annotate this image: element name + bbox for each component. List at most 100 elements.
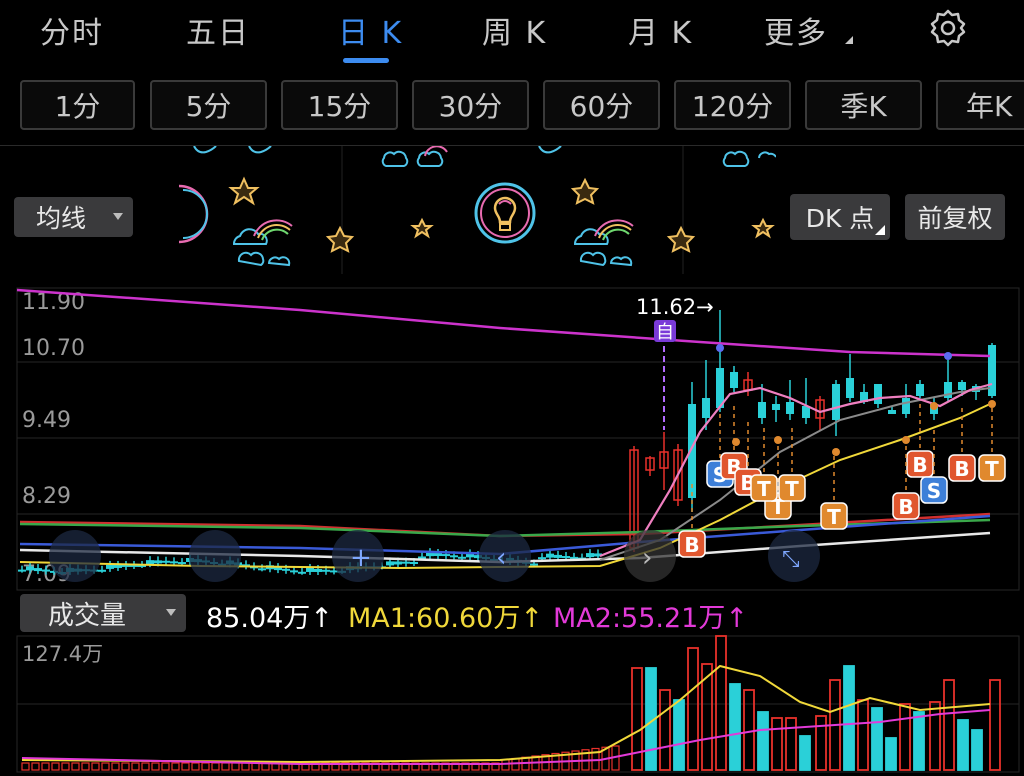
volume-bar — [771, 717, 783, 771]
period-15min[interactable]: 15分 — [281, 80, 398, 130]
candle — [832, 380, 840, 436]
volume-bar — [631, 667, 643, 771]
candle — [730, 366, 738, 392]
volume-bar — [541, 754, 550, 771]
signal-label: B — [912, 453, 927, 477]
volume-bar — [581, 749, 590, 771]
period-60min[interactable]: 60分 — [543, 80, 660, 130]
volume-bar — [471, 762, 480, 771]
period-30min[interactable]: 30分 — [412, 80, 529, 130]
signal-dot — [930, 402, 938, 410]
candle — [673, 444, 683, 506]
candle — [402, 557, 410, 567]
ma-gray-line — [599, 387, 991, 561]
svg-text:›: › — [642, 543, 652, 573]
candle — [490, 554, 498, 563]
dk-point-button[interactable]: DK 点 — [790, 194, 890, 240]
adjustment-button[interactable]: 前复权 — [905, 194, 1005, 240]
gear-icon[interactable] — [928, 8, 968, 48]
kline-period-row: 1分 5分 15分 30分 60分 120分 季K 年K — [0, 80, 1024, 136]
candle — [530, 559, 538, 568]
volume-ma1: MA1:60.60万↑ — [348, 603, 543, 634]
candlestick-series — [18, 310, 996, 575]
volume-bar — [121, 762, 130, 771]
volume-bar — [531, 755, 540, 771]
period-1min[interactable]: 1分 — [20, 80, 135, 130]
tab-five-day[interactable]: 五日 — [186, 8, 250, 52]
candle — [594, 549, 602, 560]
period-5min[interactable]: 5分 — [150, 80, 267, 130]
volume-bar — [401, 762, 410, 771]
tab-intraday[interactable]: 分时 — [40, 8, 104, 52]
moving-average-lines — [16, 288, 993, 570]
volume-bar — [221, 762, 230, 771]
volume-select-label: 成交量 — [48, 600, 127, 631]
candle — [434, 549, 442, 560]
candle — [916, 380, 924, 398]
volume-bar — [913, 711, 925, 771]
signal-badge: B — [948, 408, 976, 482]
candle — [138, 561, 146, 569]
volume-ma2: MA2:55.21万↑ — [553, 603, 748, 634]
tab-weekly-k[interactable]: 周 K — [482, 8, 547, 52]
signal-dot — [902, 436, 910, 444]
candle — [743, 372, 753, 396]
candle — [702, 360, 710, 430]
volume-bar — [61, 762, 70, 771]
volume-axis-max: 127.4万 — [22, 642, 104, 666]
volume-bar — [361, 762, 370, 771]
candle — [338, 566, 346, 574]
candle — [629, 446, 639, 552]
candle — [988, 343, 996, 398]
candle — [466, 549, 474, 561]
chart-grid — [16, 287, 1020, 773]
candle — [394, 557, 402, 568]
candle — [178, 558, 186, 566]
volume-indicator-select[interactable]: 成交量 — [20, 594, 186, 632]
signal-badge: B — [720, 406, 748, 480]
price-axis-label: 8.29 — [22, 484, 71, 509]
volume-bar — [301, 762, 310, 771]
candle — [930, 398, 938, 420]
tab-more[interactable]: 更多 — [764, 8, 828, 52]
volume-bar — [715, 635, 727, 771]
signal-badge: B — [906, 404, 934, 478]
volume-bar — [815, 715, 827, 771]
volume-bar — [687, 647, 699, 771]
volume-current: 85.04万↑ — [206, 603, 333, 634]
period-quarter-k[interactable]: 季K — [805, 80, 922, 130]
volume-bar — [371, 762, 380, 771]
volume-bar — [171, 762, 180, 771]
tab-daily-k[interactable]: 日 K — [338, 8, 403, 52]
candle — [688, 382, 696, 512]
candle — [314, 564, 322, 575]
candle — [944, 360, 952, 402]
period-120min[interactable]: 120分 — [674, 80, 791, 130]
ma-indicator-select[interactable]: 均线 — [14, 197, 133, 237]
candle — [645, 456, 655, 476]
volume-bar — [71, 762, 80, 771]
peak-price-label: 11.62→ — [636, 295, 714, 319]
volume-bar — [571, 750, 580, 771]
volume-bar — [591, 747, 600, 771]
signal-badge: S — [920, 430, 948, 504]
candle — [306, 563, 314, 575]
volume-bar — [51, 762, 60, 771]
banner-art — [179, 146, 776, 274]
volume-bars — [21, 635, 1001, 771]
candle — [154, 556, 162, 567]
volume-bar — [899, 703, 911, 771]
period-year-k[interactable]: 年K — [936, 80, 1024, 130]
svg-text:‹: ‹ — [496, 543, 506, 573]
candle — [659, 432, 669, 490]
candle — [802, 378, 810, 424]
candle — [716, 310, 724, 412]
candle — [514, 555, 522, 566]
dk-point-label: DK 点 — [805, 204, 875, 233]
candle — [815, 396, 825, 430]
volume-bar — [91, 762, 100, 771]
volume-bar — [181, 762, 190, 771]
ma-long-blue-line — [19, 514, 991, 556]
tab-monthly-k[interactable]: 月 K — [628, 8, 693, 52]
volume-bar — [701, 663, 713, 771]
